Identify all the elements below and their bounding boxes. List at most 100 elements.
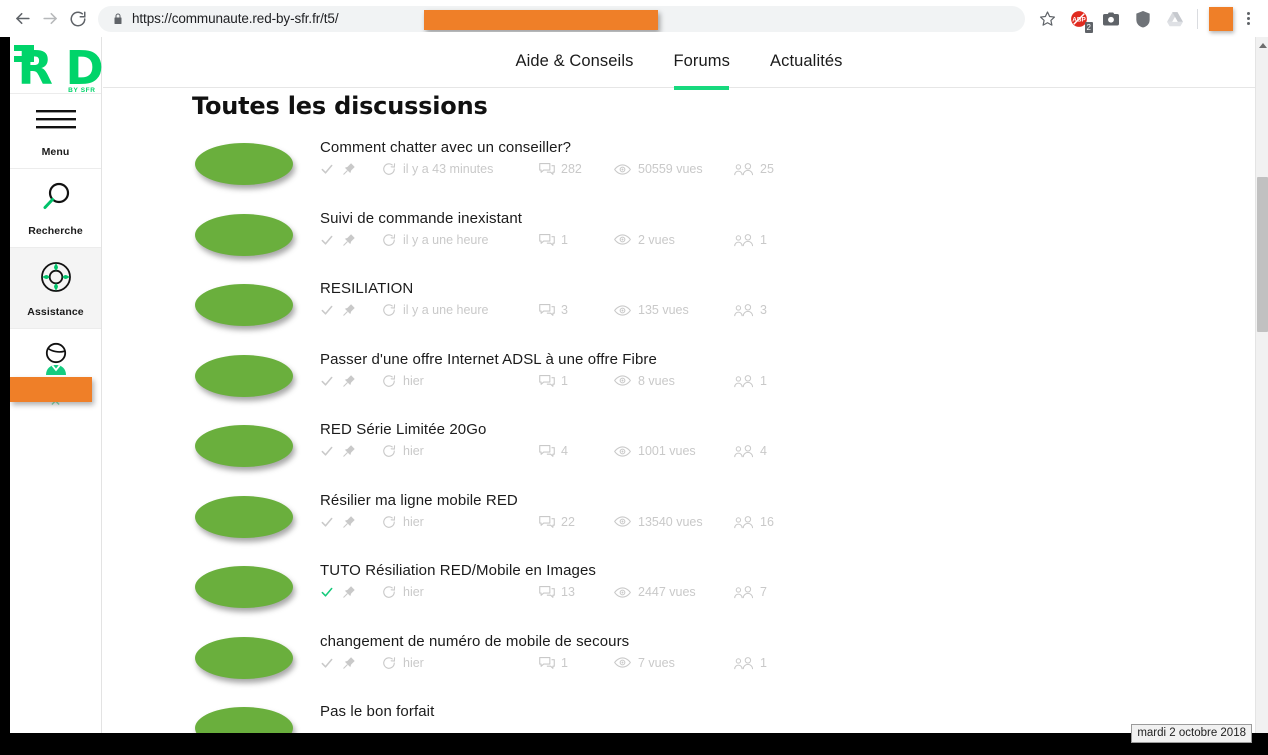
thread-row[interactable]: Comment chatter avec un conseiller? il y … [192,137,1255,208]
pin-meta [342,444,382,458]
eye-views-value: 1001 vues [638,444,696,458]
sidebar-item-user[interactable]: ✕ [10,328,101,417]
thread-body: TUTO Résiliation RED/Mobile en Images hie… [320,560,794,600]
thread-row[interactable]: Suivi de commande inexistant il y a une h… [192,208,1255,279]
lock-icon [114,13,122,24]
thread-meta: hier 13 2447 vues 7 [320,584,794,600]
people-likes-icon [734,515,753,529]
people-likes-value: 1 [760,232,767,247]
thread-title[interactable]: RED Série Limitée 20Go [320,421,794,438]
thread-title[interactable]: Résilier ma ligne mobile RED [320,492,794,509]
adblock-badge: 2 [1084,21,1093,33]
shield-icon[interactable] [1130,6,1156,32]
clock-meta: il y a une heure [382,233,539,247]
thread-title[interactable]: changement de numéro de mobile de secour… [320,633,794,650]
scrollbar-thumb[interactable] [1257,177,1268,332]
logo-letter-d: D [65,41,104,95]
people-likes-icon [734,656,753,670]
thread-row[interactable]: RESILIATION il y a une heure 3 135 vues 3 [192,278,1255,349]
site-nav-header: Aide & Conseils Forums Actualités [103,37,1255,90]
clock-meta: hier [382,444,539,458]
tab-forums[interactable]: Forums [673,52,730,90]
forward-button[interactable] [36,5,64,33]
thread-title[interactable]: Pas le bon forfait [320,703,794,720]
solved-check-icon [320,162,334,176]
reply-bubble-icon [539,162,555,176]
clock-value: hier [403,514,424,529]
thread-row[interactable]: RED Série Limitée 20Go hier 4 1001 vues 4 [192,419,1255,490]
thread-meta: il y a 43 minutes 282 50559 vues 25 [320,161,794,177]
clock-value: hier [403,444,424,458]
reply-bubble-value: 4 [561,444,568,458]
camera-icon[interactable] [1098,6,1124,32]
profile-redaction-box[interactable] [1209,6,1233,31]
people-likes-value: 1 [760,373,767,388]
pin-icon [342,374,356,388]
people-likes-value: 25 [760,162,774,176]
eye-views-value: 2 vues [638,232,675,247]
clock-icon [382,303,396,317]
reply-bubble-meta: 13 [539,585,614,599]
people-likes-value: 16 [760,514,774,529]
reply-bubble-meta: 1 [539,233,614,247]
solved-check-icon [320,233,334,247]
people-likes-icon [734,303,753,317]
solved-check-meta [320,585,342,599]
eye-views-icon [614,656,631,669]
thread-row[interactable]: TUTO Résiliation RED/Mobile en Images hie… [192,560,1255,631]
solved-check-icon [320,656,334,670]
thread-title[interactable]: RESILIATION [320,280,794,297]
eye-views-value: 2447 vues [638,585,696,599]
thread-row[interactable]: changement de numéro de mobile de secour… [192,631,1255,702]
pin-icon [342,656,356,670]
page-viewport: R D BY SFR Menu Recherche Assistance Aid… [0,37,1268,755]
thread-row[interactable]: Passer d'une offre Internet ADSL à une o… [192,349,1255,420]
sidebar-item-recherche[interactable]: Recherche [10,168,101,247]
solved-check-meta [320,374,342,388]
address-bar[interactable]: https://communaute.red-by-sfr.fr/t5/ [98,5,1025,32]
scrollbar-up-arrow[interactable] [1256,38,1268,52]
thread-title[interactable]: Passer d'une offre Internet ADSL à une o… [320,351,794,368]
google-drive-icon[interactable] [1162,6,1188,32]
thread-title[interactable]: Suivi de commande inexistant [320,210,794,227]
red-logo[interactable]: R D BY SFR [10,37,104,95]
reply-bubble-meta: 282 [539,162,614,176]
hamburger-menu-icon [35,107,77,138]
eye-views-value: 13540 vues [638,514,703,529]
clock-icon [382,444,396,458]
eye-views-icon [614,163,631,176]
eye-views-meta: 13540 vues [614,515,734,529]
tab-actualites[interactable]: Actualités [770,52,843,73]
thread-row[interactable]: Résilier ma ligne mobile RED hier 22 13540 … [192,490,1255,561]
reply-bubble-value: 1 [561,232,568,247]
pin-meta [342,162,382,176]
clock-icon [382,656,396,670]
thread-title[interactable]: TUTO Résiliation RED/Mobile en Images [320,562,794,579]
toolbar-divider [1197,8,1198,29]
eye-views-value: 8 vues [638,373,675,388]
page-scrollbar[interactable] [1255,37,1268,755]
people-likes-meta: 25 [734,162,794,176]
thread-meta: hier 1 8 vues 1 [320,373,794,389]
sidebar-item-assistance[interactable]: Assistance [10,247,101,328]
three-dot-menu-icon[interactable] [1238,12,1258,25]
bookmark-star-icon[interactable] [1033,5,1061,33]
people-likes-icon [734,444,753,458]
tab-aide-conseils[interactable]: Aide & Conseils [515,52,633,73]
reply-bubble-meta: 1 [539,656,614,670]
thread-body: Suivi de commande inexistant il y a une h… [320,208,794,248]
back-button[interactable] [8,5,36,33]
reply-bubble-value: 22 [561,514,575,529]
eye-views-icon [614,515,631,528]
solved-check-meta [320,233,342,247]
people-likes-meta: 1 [734,656,794,670]
thread-body: changement de numéro de mobile de secour… [320,631,794,671]
thread-title[interactable]: Comment chatter avec un conseiller? [320,139,794,156]
people-likes-meta: 4 [734,444,794,458]
adblock-icon[interactable]: ABP 2 [1066,6,1093,33]
eye-views-value: 135 vues [638,303,689,317]
pin-icon [342,444,356,458]
sidebar-item-menu[interactable]: Menu [10,93,101,168]
reload-button[interactable] [64,5,92,33]
pin-meta [342,303,382,317]
